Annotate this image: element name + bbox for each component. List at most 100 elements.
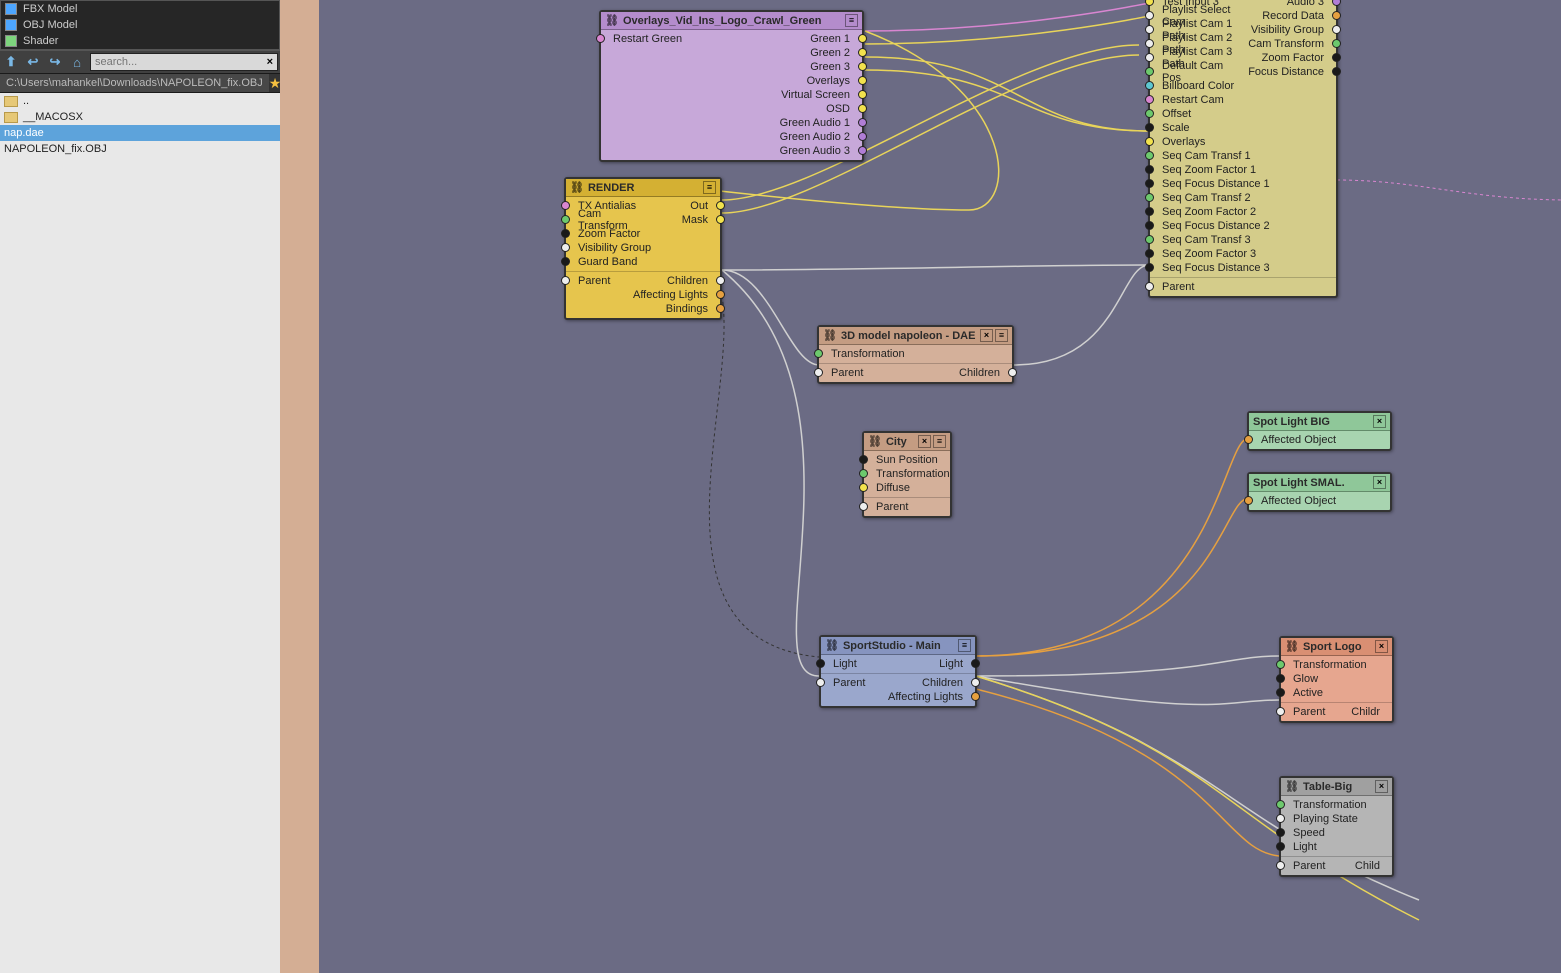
port-out[interactable] bbox=[858, 62, 867, 71]
port-out[interactable] bbox=[716, 276, 725, 285]
port-out[interactable] bbox=[858, 90, 867, 99]
menu-icon[interactable]: ≡ bbox=[703, 181, 716, 194]
port-in[interactable] bbox=[1145, 207, 1154, 216]
node-spot-light-small[interactable]: Spot Light SMAL. × Affected Object bbox=[1247, 472, 1392, 512]
port-in[interactable] bbox=[816, 659, 825, 668]
port-in[interactable] bbox=[1145, 123, 1154, 132]
node-header[interactable]: Spot Light SMAL. × bbox=[1249, 474, 1390, 492]
search-clear-icon[interactable]: × bbox=[263, 56, 277, 68]
node-3d-model[interactable]: ⛓ 3D model napoleon - DAE × ≡ Transforma… bbox=[817, 325, 1014, 384]
port-out[interactable] bbox=[1332, 11, 1341, 20]
port-in[interactable] bbox=[1145, 249, 1154, 258]
port-in[interactable] bbox=[859, 469, 868, 478]
port-in[interactable] bbox=[561, 229, 570, 238]
port-in[interactable] bbox=[1276, 828, 1285, 837]
close-icon[interactable]: × bbox=[1373, 415, 1386, 428]
search-input[interactable] bbox=[91, 54, 263, 70]
node-header[interactable]: ⛓ Table-Big × bbox=[1281, 778, 1392, 796]
current-path[interactable]: C:\Users\mahankel\Downloads\NAPOLEON_fix… bbox=[0, 74, 269, 92]
close-icon[interactable]: × bbox=[1375, 640, 1388, 653]
port-out[interactable] bbox=[971, 659, 980, 668]
port-in[interactable] bbox=[1145, 263, 1154, 272]
port-in[interactable] bbox=[1276, 707, 1285, 716]
port-out[interactable] bbox=[716, 304, 725, 313]
close-icon[interactable]: × bbox=[980, 329, 993, 342]
port-in[interactable] bbox=[1244, 496, 1253, 505]
port-in[interactable] bbox=[1145, 67, 1154, 76]
port-out[interactable] bbox=[858, 132, 867, 141]
file-macosx[interactable]: __MACOSX bbox=[0, 109, 280, 125]
port-in[interactable] bbox=[816, 678, 825, 687]
port-in[interactable] bbox=[1276, 674, 1285, 683]
port-out[interactable] bbox=[1332, 67, 1341, 76]
port-out[interactable] bbox=[858, 76, 867, 85]
menu-icon[interactable]: ≡ bbox=[845, 14, 858, 27]
node-render[interactable]: ⛓ RENDER ≡ TX AntialiasOut Cam Transform… bbox=[564, 177, 722, 320]
port-out[interactable] bbox=[716, 290, 725, 299]
port-in[interactable] bbox=[814, 349, 823, 358]
port-in[interactable] bbox=[561, 276, 570, 285]
port-out[interactable] bbox=[858, 146, 867, 155]
node-header[interactable]: ⛓ SportStudio - Main ≡ bbox=[821, 637, 975, 655]
port-in[interactable] bbox=[561, 243, 570, 252]
node-sportstudio[interactable]: ⛓ SportStudio - Main ≡ LightLight Parent… bbox=[819, 635, 977, 708]
port-in[interactable] bbox=[1145, 282, 1154, 291]
port-in[interactable] bbox=[1276, 842, 1285, 851]
port-out[interactable] bbox=[1332, 25, 1341, 34]
node-header[interactable]: ⛓ RENDER ≡ bbox=[566, 179, 720, 197]
up-arrow-icon[interactable]: ⬆ bbox=[2, 53, 20, 71]
back-arrow-icon[interactable]: ↩ bbox=[24, 53, 42, 71]
port-out[interactable] bbox=[1332, 39, 1341, 48]
port-out[interactable] bbox=[716, 201, 725, 210]
port-in[interactable] bbox=[1145, 109, 1154, 118]
menu-icon[interactable]: ≡ bbox=[995, 329, 1008, 342]
port-out[interactable] bbox=[1332, 53, 1341, 62]
port-in[interactable] bbox=[1145, 81, 1154, 90]
port-in[interactable] bbox=[859, 483, 868, 492]
port-in[interactable] bbox=[1145, 179, 1154, 188]
port-in[interactable] bbox=[1145, 221, 1154, 230]
port-in[interactable] bbox=[1276, 660, 1285, 669]
node-city[interactable]: ⛓ City × ≡ Sun Position Transformation D… bbox=[862, 431, 952, 518]
port-in[interactable] bbox=[859, 455, 868, 464]
asset-shader[interactable]: Shader bbox=[1, 33, 279, 49]
node-header[interactable]: ⛓ Sport Logo × bbox=[1281, 638, 1392, 656]
port-out[interactable] bbox=[858, 34, 867, 43]
node-header[interactable]: ⛓ City × ≡ bbox=[864, 433, 950, 451]
search-box[interactable]: × bbox=[90, 53, 278, 71]
port-out[interactable] bbox=[858, 104, 867, 113]
port-in[interactable] bbox=[1145, 165, 1154, 174]
port-in[interactable] bbox=[1276, 861, 1285, 870]
port-out[interactable] bbox=[716, 215, 725, 224]
node-header[interactable]: ⛓ Overlays_Vid_Ins_Logo_Crawl_Green ≡ bbox=[601, 12, 862, 30]
asset-obj[interactable]: OBJ Model bbox=[1, 17, 279, 33]
port-in[interactable] bbox=[1145, 95, 1154, 104]
node-spot-light-big[interactable]: Spot Light BIG × Affected Object bbox=[1247, 411, 1392, 451]
port-in[interactable] bbox=[561, 215, 570, 224]
port-in[interactable] bbox=[1276, 800, 1285, 809]
node-table-big[interactable]: ⛓ Table-Big × Transformation Playing Sta… bbox=[1279, 776, 1394, 877]
port-in[interactable] bbox=[1276, 814, 1285, 823]
file-napoleon-obj[interactable]: NAPOLEON_fix.OBJ bbox=[0, 141, 280, 157]
port-in[interactable] bbox=[1145, 193, 1154, 202]
menu-icon[interactable]: ≡ bbox=[958, 639, 971, 652]
port-out[interactable] bbox=[858, 118, 867, 127]
port-in[interactable] bbox=[596, 34, 605, 43]
port-out[interactable] bbox=[1008, 368, 1017, 377]
port-in[interactable] bbox=[859, 502, 868, 511]
port-out[interactable] bbox=[858, 48, 867, 57]
port-out[interactable] bbox=[971, 678, 980, 687]
node-sport-logo[interactable]: ⛓ Sport Logo × Transformation Glow Activ… bbox=[1279, 636, 1394, 723]
node-header[interactable]: ⛓ 3D model napoleon - DAE × ≡ bbox=[819, 327, 1012, 345]
node-overlays[interactable]: ⛓ Overlays_Vid_Ins_Logo_Crawl_Green ≡ Re… bbox=[599, 10, 864, 162]
port-in[interactable] bbox=[1276, 688, 1285, 697]
port-in[interactable] bbox=[1244, 435, 1253, 444]
close-icon[interactable]: × bbox=[918, 435, 931, 448]
file-up[interactable]: .. bbox=[0, 93, 280, 109]
file-nap-dae[interactable]: nap.dae bbox=[0, 125, 280, 141]
home-icon[interactable]: ⌂ bbox=[68, 53, 86, 71]
port-out[interactable] bbox=[1332, 0, 1341, 6]
port-in[interactable] bbox=[814, 368, 823, 377]
close-icon[interactable]: × bbox=[1375, 780, 1388, 793]
node-header[interactable]: Spot Light BIG × bbox=[1249, 413, 1390, 431]
